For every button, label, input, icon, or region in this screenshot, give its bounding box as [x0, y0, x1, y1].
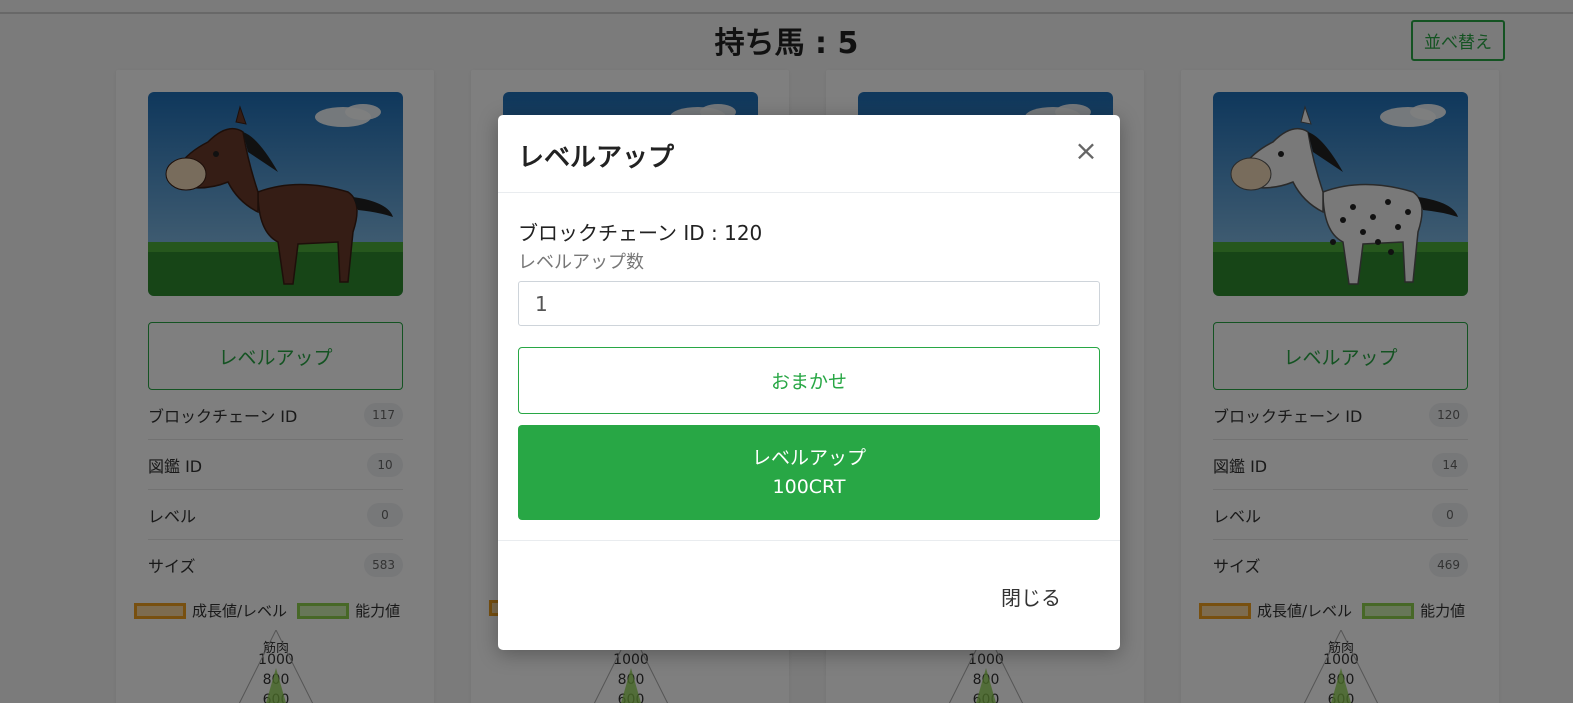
- modal-header: レベルアップ ×: [498, 115, 1120, 193]
- omakase-button[interactable]: おまかせ: [518, 347, 1100, 414]
- levelup-button-label: レベルアップ: [751, 446, 866, 469]
- modal-body: ブロックチェーン ID : 120 レベルアップ数 おまかせ レベルアップ 10…: [498, 193, 1120, 541]
- level-count-label: レベルアップ数: [518, 252, 644, 273]
- blockchain-id-text: ブロックチェーン ID : 120: [518, 221, 763, 245]
- close-button[interactable]: 閉じる: [986, 575, 1076, 617]
- confirm-levelup-button[interactable]: レベルアップ 100CRT: [518, 425, 1100, 520]
- close-icon[interactable]: ×: [1072, 137, 1100, 165]
- levelup-cost: 100CRT: [772, 475, 846, 498]
- levelup-modal: レベルアップ × ブロックチェーン ID : 120 レベルアップ数 おまかせ …: [498, 115, 1120, 650]
- level-count-input[interactable]: [518, 281, 1100, 326]
- modal-title: レベルアップ: [518, 143, 675, 173]
